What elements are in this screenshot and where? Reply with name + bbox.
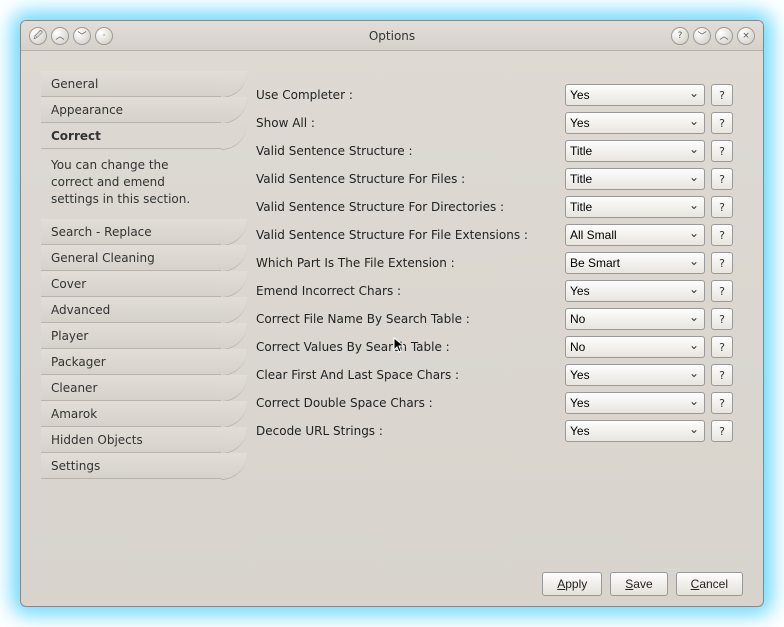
help-button[interactable]: ? bbox=[711, 336, 733, 358]
titlebar: 🖉 ︿ ﹀ · Options ? ﹀ ︿ × bbox=[21, 21, 763, 51]
setting-row: Which Part Is The File Extension : Be Sma… bbox=[256, 249, 733, 277]
setting-label: Correct Double Space Chars : bbox=[256, 396, 559, 410]
close-icon[interactable]: × bbox=[737, 27, 755, 45]
setting-select[interactable]: Yes bbox=[565, 280, 705, 302]
setting-row: Show All : Yes? bbox=[256, 109, 733, 137]
help-button[interactable]: ? bbox=[711, 364, 733, 386]
save-button[interactable]: Save bbox=[610, 572, 667, 596]
setting-row: Correct Values By Search Table : No? bbox=[256, 333, 733, 361]
setting-label: Which Part Is The File Extension : bbox=[256, 256, 559, 270]
up-icon[interactable]: ︿ bbox=[51, 27, 69, 45]
sidebar-tab-correct[interactable]: Correct bbox=[41, 123, 221, 149]
setting-row: Valid Sentence Structure : Title? bbox=[256, 137, 733, 165]
setting-label: Valid Sentence Structure For File Extens… bbox=[256, 228, 559, 242]
sidebar-tab-general[interactable]: General bbox=[41, 71, 221, 97]
help-button[interactable]: ? bbox=[711, 280, 733, 302]
help-button[interactable]: ? bbox=[711, 252, 733, 274]
setting-label: Valid Sentence Structure For Directories… bbox=[256, 200, 559, 214]
window-title: Options bbox=[113, 29, 671, 43]
setting-select[interactable]: Yes bbox=[565, 420, 705, 442]
options-window: 🖉 ︿ ﹀ · Options ? ﹀ ︿ × GeneralAppearanc… bbox=[20, 20, 764, 607]
help-button[interactable]: ? bbox=[711, 308, 733, 330]
apply-button[interactable]: Apply bbox=[542, 572, 602, 596]
help-button[interactable]: ? bbox=[711, 392, 733, 414]
help-button[interactable]: ? bbox=[711, 112, 733, 134]
sidebar-tab-general-cleaning[interactable]: General Cleaning bbox=[41, 245, 221, 271]
setting-select[interactable]: Yes bbox=[565, 112, 705, 134]
dot-icon[interactable]: · bbox=[95, 27, 113, 45]
tool-icon[interactable]: 🖉 bbox=[29, 27, 47, 45]
setting-label: Correct File Name By Search Table : bbox=[256, 312, 559, 326]
setting-label: Decode URL Strings : bbox=[256, 424, 559, 438]
setting-label: Show All : bbox=[256, 116, 559, 130]
maximize-icon[interactable]: ︿ bbox=[715, 27, 733, 45]
sidebar: GeneralAppearanceCorrect You can change … bbox=[41, 71, 221, 552]
setting-row: Valid Sentence Structure For Directories… bbox=[256, 193, 733, 221]
footer: Apply Save Cancel bbox=[21, 562, 763, 606]
setting-select[interactable]: Title bbox=[565, 196, 705, 218]
setting-label: Correct Values By Search Table : bbox=[256, 340, 559, 354]
help-button[interactable]: ? bbox=[711, 84, 733, 106]
setting-select[interactable]: All Small bbox=[565, 224, 705, 246]
sidebar-tab-amarok[interactable]: Amarok bbox=[41, 401, 221, 427]
setting-select[interactable]: Title bbox=[565, 140, 705, 162]
help-button[interactable]: ? bbox=[711, 168, 733, 190]
help-button[interactable]: ? bbox=[711, 224, 733, 246]
sidebar-tab-cleaner[interactable]: Cleaner bbox=[41, 375, 221, 401]
setting-label: Clear First And Last Space Chars : bbox=[256, 368, 559, 382]
setting-row: Decode URL Strings : Yes? bbox=[256, 417, 733, 445]
sidebar-tab-packager[interactable]: Packager bbox=[41, 349, 221, 375]
help-icon[interactable]: ? bbox=[671, 27, 689, 45]
sidebar-description: You can change the correct and emend set… bbox=[41, 149, 221, 219]
minimize-icon[interactable]: ﹀ bbox=[693, 27, 711, 45]
setting-select[interactable]: Be Smart bbox=[565, 252, 705, 274]
down-icon[interactable]: ﹀ bbox=[73, 27, 91, 45]
setting-row: Emend Incorrect Chars : Yes? bbox=[256, 277, 733, 305]
help-button[interactable]: ? bbox=[711, 196, 733, 218]
sidebar-tab-hidden-objects[interactable]: Hidden Objects bbox=[41, 427, 221, 453]
setting-select[interactable]: Yes bbox=[565, 364, 705, 386]
setting-row: Use Completer : Yes? bbox=[256, 81, 733, 109]
sidebar-tab-player[interactable]: Player bbox=[41, 323, 221, 349]
setting-select[interactable]: Yes bbox=[565, 84, 705, 106]
sidebar-tab-appearance[interactable]: Appearance bbox=[41, 97, 221, 123]
setting-select[interactable]: No bbox=[565, 308, 705, 330]
setting-row: Clear First And Last Space Chars : Yes? bbox=[256, 361, 733, 389]
setting-select[interactable]: Yes bbox=[565, 392, 705, 414]
setting-label: Valid Sentence Structure For Files : bbox=[256, 172, 559, 186]
help-button[interactable]: ? bbox=[711, 420, 733, 442]
settings-panel: Use Completer :Yes?Show All :Yes?Valid S… bbox=[231, 71, 733, 552]
setting-select[interactable]: Title bbox=[565, 168, 705, 190]
setting-row: Valid Sentence Structure For File Extens… bbox=[256, 221, 733, 249]
cancel-button[interactable]: Cancel bbox=[676, 572, 743, 596]
setting-label: Emend Incorrect Chars : bbox=[256, 284, 559, 298]
help-button[interactable]: ? bbox=[711, 140, 733, 162]
setting-select[interactable]: No bbox=[565, 336, 705, 358]
setting-row: Valid Sentence Structure For Files : Titl… bbox=[256, 165, 733, 193]
sidebar-tab-advanced[interactable]: Advanced bbox=[41, 297, 221, 323]
setting-label: Use Completer : bbox=[256, 88, 559, 102]
sidebar-tab-settings[interactable]: Settings bbox=[41, 453, 221, 479]
setting-label: Valid Sentence Structure : bbox=[256, 144, 559, 158]
setting-row: Correct File Name By Search Table : No? bbox=[256, 305, 733, 333]
sidebar-tab-search-replace[interactable]: Search - Replace bbox=[41, 219, 221, 245]
sidebar-tab-cover[interactable]: Cover bbox=[41, 271, 221, 297]
setting-row: Correct Double Space Chars : Yes? bbox=[256, 389, 733, 417]
